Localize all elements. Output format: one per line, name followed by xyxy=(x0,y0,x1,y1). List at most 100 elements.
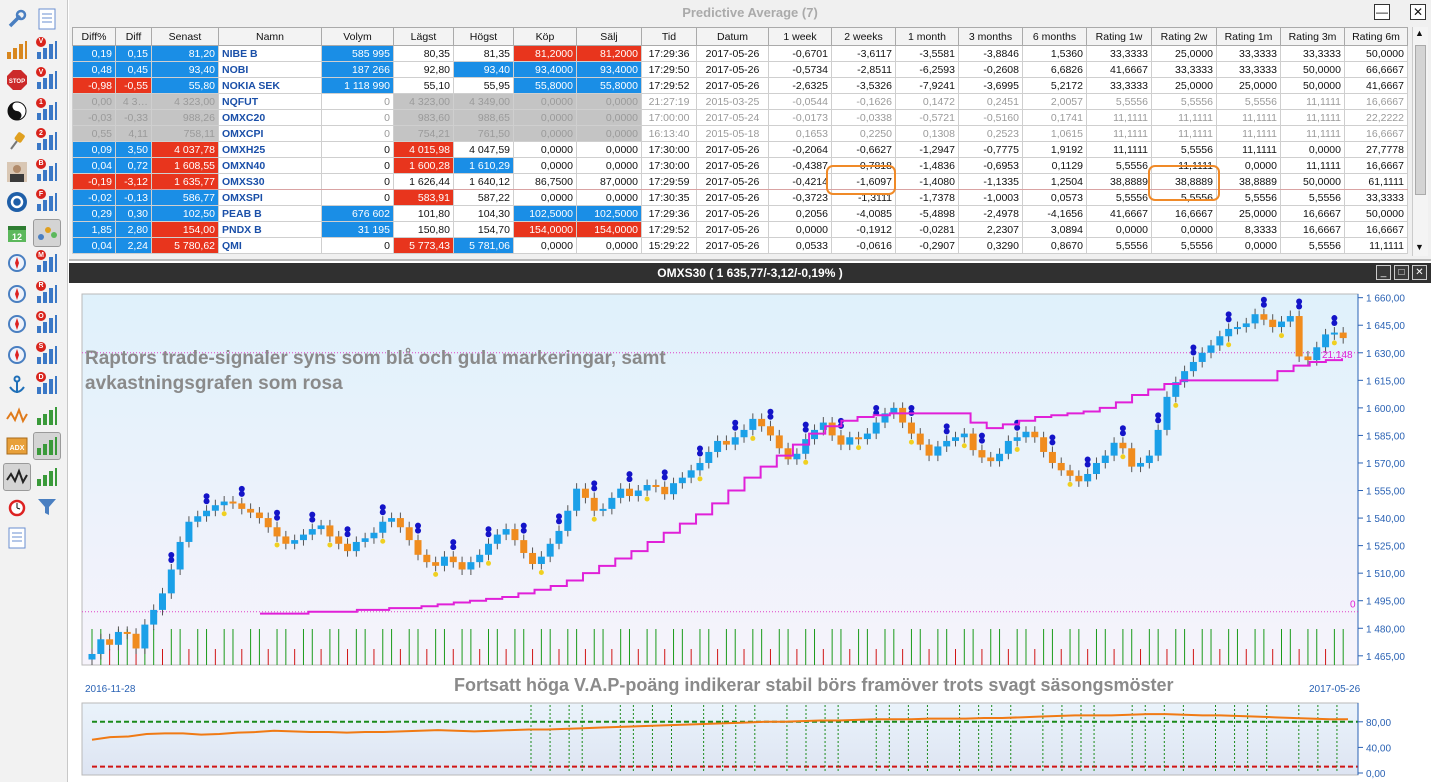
column-header[interactable]: Rating 6m xyxy=(1344,27,1408,46)
swirl-logo-icon[interactable] xyxy=(4,189,30,215)
table-cell: 4 323,00 xyxy=(393,93,454,110)
column-header[interactable]: Diff xyxy=(115,27,152,46)
table-row[interactable]: 0,00 4 3… 4 323,00 NQFUT 0 4 323,00 4 349,00 0,… xyxy=(72,93,1408,110)
column-header[interactable]: Lägst xyxy=(393,27,454,46)
scroll-thumb[interactable] xyxy=(1415,45,1426,195)
chart-maximize-button[interactable]: □ xyxy=(1394,265,1409,280)
table-row[interactable]: 1,85 2,80 154,00 PNDX B 31 195 150,80 154,70 15… xyxy=(72,221,1408,238)
chart-m-icon[interactable]: M xyxy=(34,250,60,276)
table-cell: 1,5360 xyxy=(1022,45,1087,62)
candle-body xyxy=(643,485,651,491)
table-cell: 0,00 xyxy=(72,93,116,110)
table-cell: 2017-05-26 xyxy=(696,45,769,62)
table-row[interactable]: -0,03 -0,33 988,26 OMXC20 0 983,60 988,65 0,000… xyxy=(72,109,1408,126)
calendar-icon[interactable]: 12 xyxy=(4,220,30,246)
chart-v-icon[interactable]: V xyxy=(34,67,60,93)
chart-o-icon[interactable]: O xyxy=(34,311,60,337)
candle-body xyxy=(220,501,228,506)
user-photo-icon[interactable] xyxy=(4,159,30,185)
indicator-y-axis-tick-label: 80,00 xyxy=(1366,718,1391,729)
column-header[interactable]: 1 week xyxy=(768,27,832,46)
scroll-up-arrow-icon[interactable]: ▲ xyxy=(1415,28,1424,38)
funnel-icon[interactable] xyxy=(34,494,60,520)
column-header[interactable]: Högst xyxy=(453,27,514,46)
column-header[interactable]: Rating 1m xyxy=(1216,27,1281,46)
table-cell: -0,0544 xyxy=(768,93,832,110)
table-cell: 0,0000 xyxy=(768,221,832,238)
table-cell: 583,91 xyxy=(393,189,454,206)
table-row[interactable]: 0,04 2,24 5 780,62 QMI 0 5 773,43 5 781,06 0,00… xyxy=(72,237,1408,254)
pin-icon[interactable] xyxy=(4,128,30,154)
column-header[interactable]: Namn xyxy=(218,27,322,46)
minimize-button[interactable]: — xyxy=(1374,4,1390,20)
candle-body xyxy=(211,505,219,511)
table-row[interactable]: -0,98 -0,55 55,80 NOKIA SEK 1 118 990 55,10 55… xyxy=(72,77,1408,94)
sell-signal-dot xyxy=(433,571,439,577)
column-header[interactable]: Rating 3m xyxy=(1280,27,1345,46)
table-cell: 676 602 xyxy=(321,205,394,222)
chart-d-icon[interactable]: D xyxy=(34,372,60,398)
table-row[interactable]: 0,29 0,30 102,50 PEAB B 676 602 101,80 104,30 1… xyxy=(72,205,1408,222)
compass-icon[interactable] xyxy=(4,281,30,307)
anchor-icon[interactable] xyxy=(4,372,30,398)
close-button[interactable]: ✕ xyxy=(1410,4,1426,20)
bar-chart-icon[interactable] xyxy=(4,37,30,63)
column-header[interactable]: Tid xyxy=(641,27,697,46)
compass-icon[interactable] xyxy=(4,342,30,368)
bar-chart-icon[interactable] xyxy=(34,464,60,490)
wrench-icon[interactable] xyxy=(4,6,30,32)
compass-icon[interactable] xyxy=(4,250,30,276)
column-header[interactable]: Datum xyxy=(696,27,769,46)
chart-2-icon[interactable]: 2 xyxy=(34,128,60,154)
candle-body xyxy=(1110,442,1118,456)
waveform-icon[interactable] xyxy=(3,462,31,491)
table-cell: -2,6325 xyxy=(768,77,832,94)
candle-body xyxy=(863,433,871,440)
bar-chart-icon[interactable] xyxy=(33,432,61,460)
table-cell: 16,6667 xyxy=(1344,157,1408,174)
table-cell: 17:29:50 xyxy=(641,61,697,78)
chart-1-icon[interactable]: 1 xyxy=(34,97,60,124)
column-header[interactable]: Rating 1w xyxy=(1086,27,1152,46)
table-cell: -1,1335 xyxy=(958,173,1023,190)
column-header[interactable]: 2 weeks xyxy=(831,27,896,46)
bar-chart-icon[interactable] xyxy=(34,403,60,429)
column-header[interactable]: 3 months xyxy=(958,27,1023,46)
line-chart-icon[interactable] xyxy=(4,403,30,429)
table-cell: 0,0000 xyxy=(576,157,642,174)
candle-body xyxy=(388,518,396,522)
chart-minimize-button[interactable]: _ xyxy=(1376,265,1391,280)
blank-document-icon[interactable] xyxy=(4,525,30,551)
scroll-down-arrow-icon[interactable]: ▼ xyxy=(1415,242,1424,252)
table-cell: 0,0000 xyxy=(576,189,642,206)
stop-sign-icon[interactable]: STOP xyxy=(4,67,30,93)
table-cell: 5,5556 xyxy=(1216,93,1281,110)
yin-yang-icon[interactable] xyxy=(4,98,30,124)
chart-s-icon[interactable]: S xyxy=(34,341,60,368)
table-row[interactable]: 0,09 3,50 4 037,78 OMXH25 0 4 015,98 4 047,59 0… xyxy=(72,141,1408,158)
chart-v-icon[interactable]: V xyxy=(34,36,60,63)
column-header[interactable]: Senast xyxy=(151,27,219,46)
column-header[interactable]: Sälj xyxy=(576,27,642,46)
column-header[interactable]: Diff% xyxy=(72,27,116,46)
column-header[interactable]: 1 month xyxy=(895,27,959,46)
table-cell: 16,6667 xyxy=(1151,205,1217,222)
compass-icon[interactable] xyxy=(4,311,30,337)
table-row[interactable]: 0,19 0,15 81,20 NIBE B 585 995 80,35 81,35 81,2… xyxy=(72,45,1408,62)
table-row[interactable]: 0,48 0,45 93,40 NOBI 187 266 92,80 93,40 93,400… xyxy=(72,61,1408,78)
alarm-clock-icon[interactable] xyxy=(4,494,30,520)
table-scrollbar[interactable]: ▲ ▼ xyxy=(1412,27,1428,256)
chart-r-icon[interactable]: R xyxy=(34,280,60,307)
column-header[interactable]: Volym xyxy=(321,27,394,46)
table-row[interactable]: 0,55 4,11 758,11 OMXCPI 0 754,21 761,50 0,0000 0… xyxy=(72,125,1408,142)
chart-close-button[interactable]: ✕ xyxy=(1412,265,1427,280)
column-header[interactable]: Köp xyxy=(513,27,577,46)
scatter-icon[interactable] xyxy=(33,218,61,247)
column-header[interactable]: Rating 2w xyxy=(1151,27,1217,46)
column-header[interactable]: 6 months xyxy=(1022,27,1087,46)
chart-b-icon[interactable]: B xyxy=(34,158,60,185)
buy-signal-dot xyxy=(415,522,422,529)
chart-f-icon[interactable]: F xyxy=(34,189,60,215)
adx-icon[interactable]: ADX xyxy=(4,433,30,459)
document-list-icon[interactable] xyxy=(34,6,60,32)
